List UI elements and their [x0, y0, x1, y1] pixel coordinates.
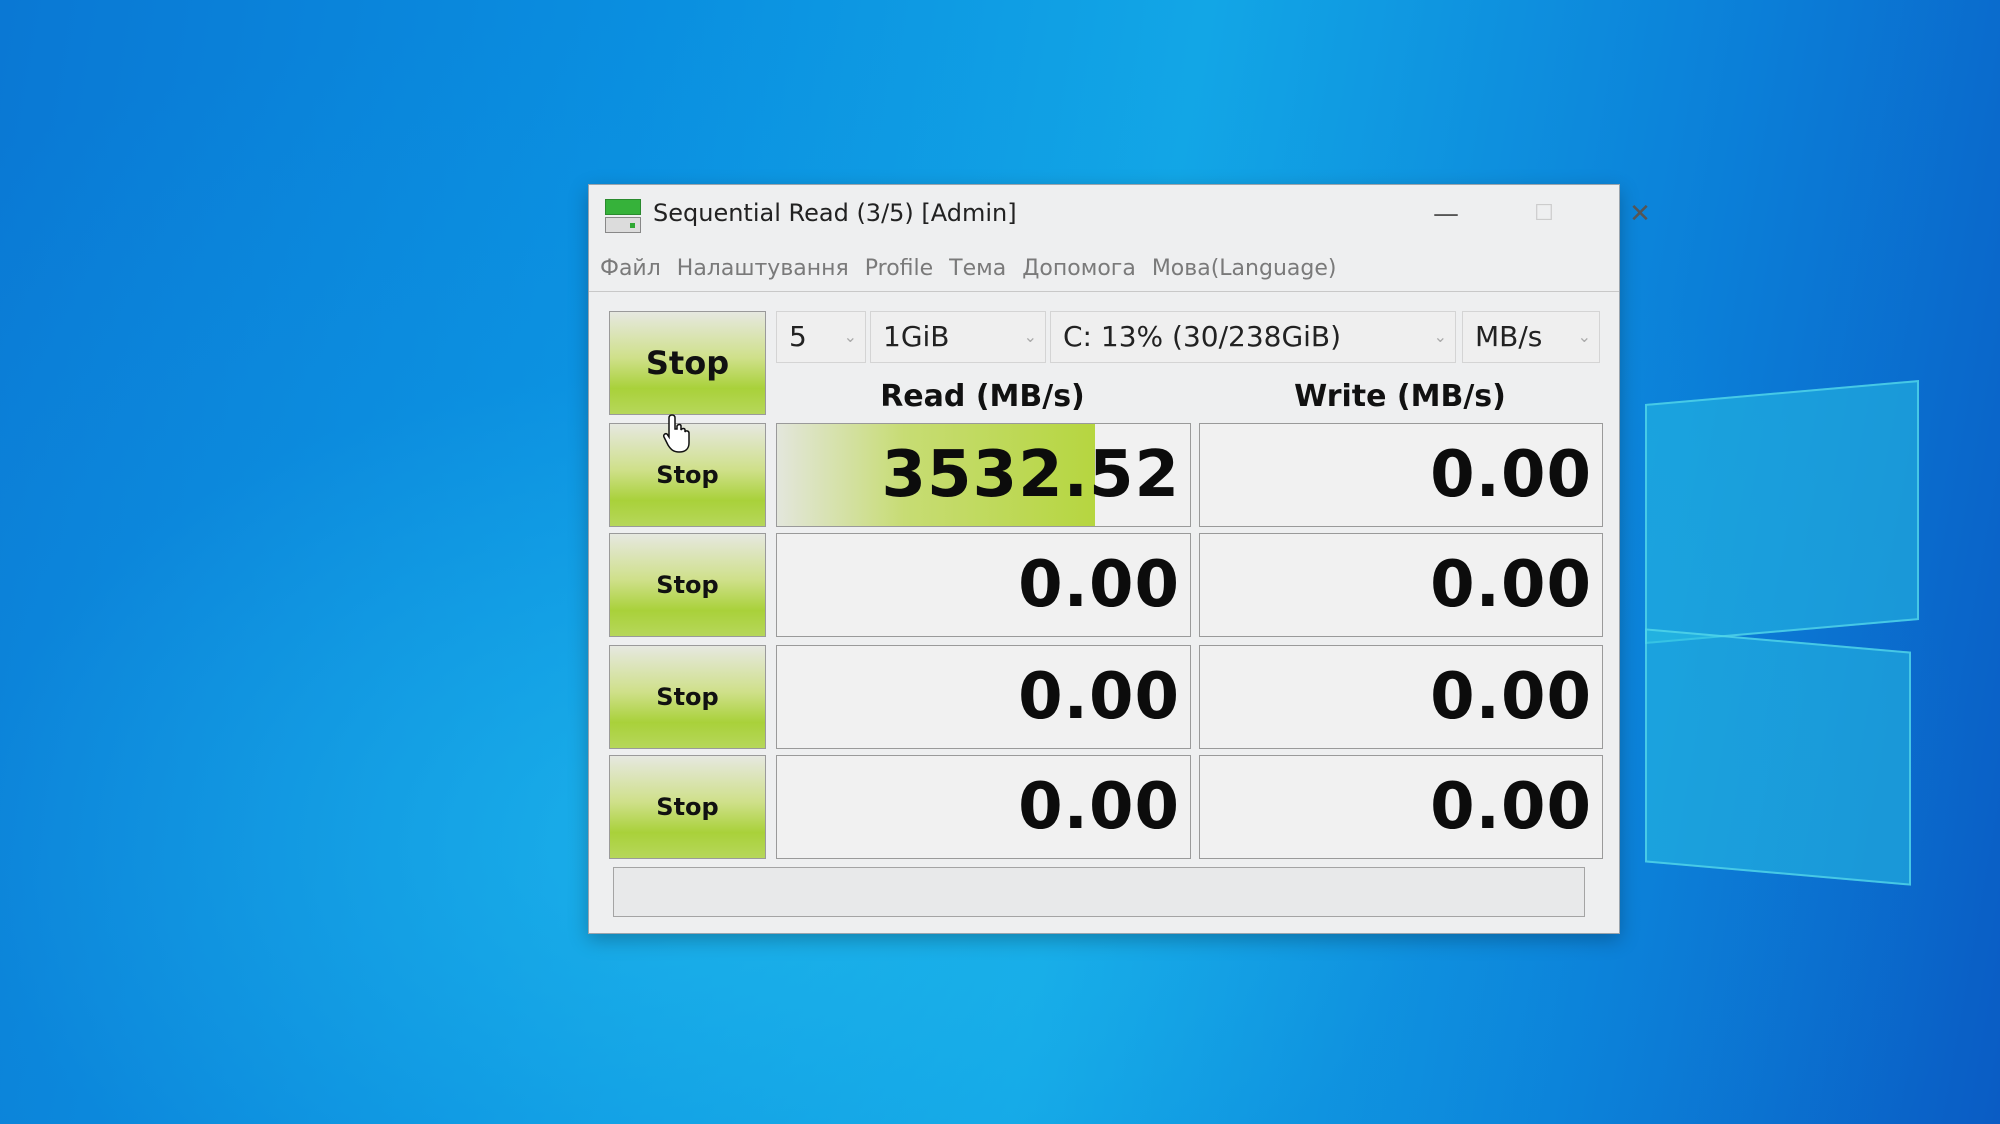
- hand-cursor-icon: [663, 413, 691, 453]
- write-value: 0.00: [1430, 438, 1592, 512]
- read-value: 0.00: [1018, 660, 1180, 734]
- drive-value: C: 13% (30/238GiB): [1063, 320, 1342, 353]
- test-size-value: 1GiB: [883, 320, 950, 353]
- write-result-cell: 0.00: [1199, 645, 1603, 749]
- menu-help[interactable]: Допомога: [1014, 247, 1144, 291]
- diskmark-window: Sequential Read (3/5) [Admin] — ☐ ✕ Файл…: [588, 184, 1651, 934]
- read-result-cell: 0.00: [776, 645, 1191, 749]
- menu-theme[interactable]: Тема: [941, 247, 1014, 291]
- stop-row-button[interactable]: Stop: [609, 533, 766, 637]
- write-value: 0.00: [1430, 548, 1592, 622]
- write-result-cell: 0.00: [1199, 423, 1603, 527]
- read-result-cell: 0.00: [776, 755, 1191, 859]
- chevron-down-icon: ⌄: [843, 327, 857, 346]
- read-result-cell: 0.00: [776, 533, 1191, 637]
- drive-select[interactable]: C: 13% (30/238GiB) ⌄: [1050, 311, 1456, 363]
- unit-value: MB/s: [1475, 320, 1543, 353]
- write-result-cell: 0.00: [1199, 533, 1603, 637]
- chevron-down-icon: ⌄: [1433, 327, 1447, 346]
- chevron-down-icon: ⌄: [1577, 327, 1591, 346]
- read-result-cell: 3532.52: [776, 423, 1191, 527]
- maximize-button[interactable]: ☐: [1509, 185, 1579, 243]
- test-size-select[interactable]: 1GiB ⌄: [870, 311, 1046, 363]
- minimize-button[interactable]: —: [1411, 185, 1481, 243]
- write-column-header: Write (MB/s): [1294, 379, 1506, 414]
- app-icon: [605, 199, 641, 233]
- write-result-cell: 0.00: [1199, 755, 1603, 859]
- menu-file[interactable]: Файл: [592, 247, 669, 291]
- write-value: 0.00: [1430, 770, 1592, 844]
- title-bar[interactable]: Sequential Read (3/5) [Admin] — ☐ ✕: [589, 185, 1651, 245]
- stop-row-button[interactable]: Stop: [609, 755, 766, 859]
- read-value: 0.00: [1018, 770, 1180, 844]
- menu-settings[interactable]: Налаштування: [669, 247, 857, 291]
- chevron-down-icon: ⌄: [1023, 327, 1037, 346]
- menu-bar: Файл Налаштування Profile Тема Допомога Мова(…: [589, 247, 1619, 292]
- write-value: 0.00: [1430, 660, 1592, 734]
- stop-all-button[interactable]: Stop: [609, 311, 766, 415]
- read-value: 0.00: [1018, 548, 1180, 622]
- menu-language[interactable]: Мова(Language): [1144, 247, 1345, 291]
- read-value: 3532.52: [881, 438, 1180, 512]
- status-bar: [613, 867, 1585, 917]
- close-button[interactable]: ✕: [1605, 185, 1675, 243]
- window-title: Sequential Read (3/5) [Admin]: [653, 199, 1017, 227]
- stop-row-button[interactable]: Stop: [609, 645, 766, 749]
- test-count-value: 5: [789, 320, 807, 353]
- menu-profile[interactable]: Profile: [857, 247, 941, 291]
- test-count-select[interactable]: 5 ⌄: [776, 311, 866, 363]
- unit-select[interactable]: MB/s ⌄: [1462, 311, 1600, 363]
- read-column-header: Read (MB/s): [880, 379, 1085, 414]
